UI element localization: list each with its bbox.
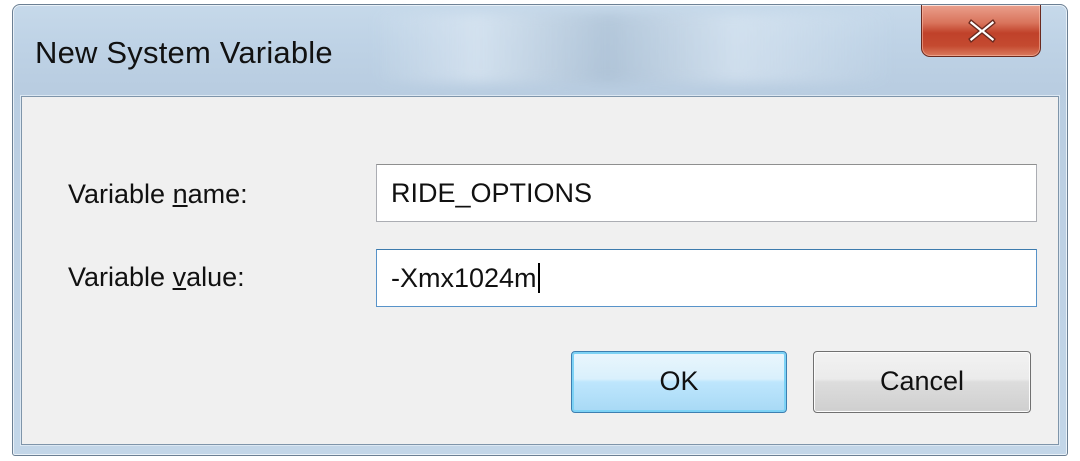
titlebar-glass-reflection [373, 13, 893, 83]
variable-value-input-text: -Xmx1024m [391, 263, 537, 293]
variable-value-label-accelerator: v [172, 262, 187, 292]
variable-value-label: Variable value: [68, 262, 245, 293]
close-icon [968, 19, 996, 43]
variable-value-input[interactable]: -Xmx1024m [376, 249, 1037, 307]
dialog-title: New System Variable [35, 35, 333, 70]
variable-name-label-accelerator: n [172, 179, 188, 209]
variable-name-label: Variable name: [68, 179, 248, 210]
variable-name-label-suffix: ame: [187, 179, 248, 209]
variable-name-label-prefix: Variable [68, 179, 173, 209]
ok-button[interactable]: OK [571, 351, 787, 413]
text-cursor [537, 263, 540, 293]
dialog-window: New System Variable Variable name: RIDE_… [12, 4, 1068, 456]
variable-value-label-prefix: Variable [68, 262, 173, 292]
cancel-button[interactable]: Cancel [813, 351, 1031, 413]
variable-value-label-suffix: alue: [186, 262, 245, 292]
variable-name-input-text: RIDE_OPTIONS [391, 178, 593, 208]
close-button[interactable] [921, 5, 1041, 57]
dialog-body: Variable name: RIDE_OPTIONS Variable val… [21, 96, 1059, 445]
variable-name-input[interactable]: RIDE_OPTIONS [376, 164, 1037, 222]
